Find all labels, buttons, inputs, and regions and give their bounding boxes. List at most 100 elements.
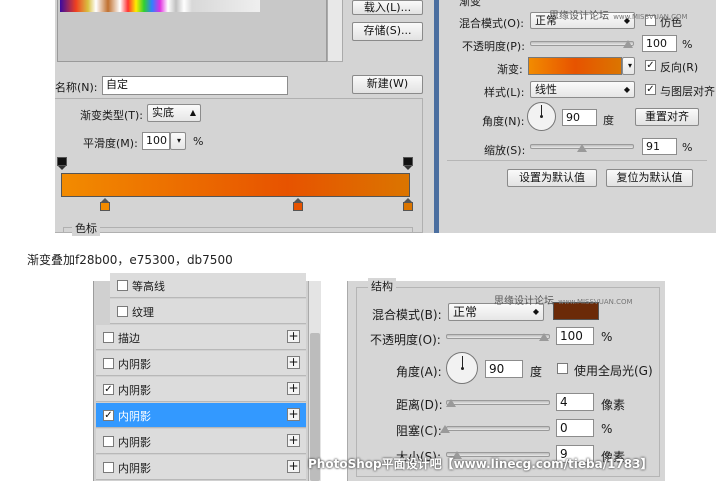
smoothness-input[interactable]: 100 (142, 132, 170, 150)
name-input[interactable]: 自定 (102, 76, 288, 95)
add-style-icon[interactable]: + (287, 382, 300, 395)
add-style-icon[interactable]: + (287, 330, 300, 343)
style-checkbox[interactable] (103, 332, 114, 343)
overlay-blend-label: 混合模式(O): (459, 17, 524, 30)
shadow-angle-input[interactable]: 90 (485, 360, 523, 378)
gradient-type-label: 渐变类型(T): (80, 109, 144, 122)
new-gradient-button[interactable]: 新建(W) (352, 75, 423, 94)
choke-unit: % (601, 422, 613, 436)
align-layer-checkbox[interactable]: ✓ (645, 84, 656, 95)
choke-input[interactable]: 0 (556, 419, 594, 437)
shadow-opacity-slider[interactable] (446, 334, 550, 339)
reset-alignment-button[interactable]: 重置对齐 (635, 108, 699, 126)
styles-list-scrollbar[interactable] (308, 281, 321, 481)
style-checkbox[interactable] (117, 280, 128, 291)
style-checkbox[interactable]: ✓ (103, 384, 114, 395)
style-list-item[interactable]: 等高线 (110, 273, 306, 298)
shadow-opacity-thumb[interactable] (539, 333, 549, 341)
style-label: 内阴影 (118, 436, 151, 449)
gradient-type-value: 实底 (152, 106, 174, 119)
gradient-picker-dropdown[interactable]: ▾ (622, 57, 635, 75)
style-list-item[interactable]: 内阴影 + (96, 429, 306, 454)
add-style-icon[interactable]: + (287, 434, 300, 447)
footer-watermark: PhotoShop平面设计吧【www.linecg.com/tieba/1783… (308, 457, 653, 471)
choke-label: 阻塞(C): (396, 424, 442, 438)
shadow-opacity-label: 不透明度(O): (370, 333, 441, 347)
distance-slider[interactable] (446, 400, 550, 405)
caption-text: 渐变叠加f28b00，e75300，db7500 (27, 253, 233, 267)
style-checkbox[interactable] (103, 462, 114, 473)
color-stop-3[interactable] (403, 198, 413, 212)
preset-swatches[interactable] (60, 0, 260, 12)
distance-thumb[interactable] (446, 399, 456, 407)
style-label: 内阴影 (118, 410, 151, 423)
shadow-angle-dial[interactable] (446, 352, 478, 384)
smoothness-unit: % (193, 135, 204, 148)
add-style-icon[interactable]: + (287, 460, 300, 473)
overlay-opacity-input[interactable]: 100 (642, 35, 677, 52)
style-label: 内阴影 (118, 358, 151, 371)
opacity-stop-left[interactable] (57, 157, 67, 171)
add-style-icon[interactable]: + (287, 356, 300, 369)
updown-arrow-icon: ◆ (623, 85, 630, 94)
distance-label: 距离(D): (396, 398, 443, 412)
style-checkbox[interactable]: ✓ (103, 410, 114, 421)
color-stops-label: 色标 (72, 220, 100, 236)
chevron-down-icon: ▾ (176, 136, 181, 145)
structure-section-label: 结构 (368, 278, 396, 294)
overlay-opacity-unit: % (682, 38, 693, 51)
overlay-opacity-thumb[interactable] (623, 40, 633, 48)
style-list-item[interactable]: ✓ 内阴影 + (96, 403, 306, 428)
reset-default-button[interactable]: 复位为默认值 (606, 169, 693, 187)
overlay-angle-input[interactable]: 90 (562, 109, 597, 126)
load-button[interactable]: 载入(L)... (352, 0, 423, 15)
smoothness-dropdown[interactable]: ▾ (170, 132, 186, 150)
name-label: 名称(N): (55, 81, 98, 94)
style-value: 线性 (535, 83, 557, 96)
style-checkbox[interactable] (103, 436, 114, 447)
scale-label: 缩放(S): (484, 144, 526, 157)
style-label: 样式(L): (484, 86, 525, 99)
global-light-checkbox[interactable] (557, 363, 568, 374)
opacity-stop-right[interactable] (403, 157, 413, 171)
smoothness-label: 平滑度(M): (83, 137, 138, 150)
style-list-item[interactable]: 纹理 (110, 299, 306, 324)
scale-thumb[interactable] (577, 144, 587, 152)
updown-arrow-icon: ▲ (189, 108, 196, 117)
overlay-opacity-label: 不透明度(P): (462, 40, 525, 53)
style-select[interactable]: 线性 ◆ (530, 81, 635, 98)
choke-thumb[interactable] (440, 425, 450, 433)
style-list-item[interactable]: 内阴影 + (96, 455, 306, 480)
style-label: 纹理 (132, 306, 154, 319)
gradient-preview[interactable] (528, 57, 622, 75)
shadow-angle-unit: 度 (530, 365, 543, 379)
distance-input[interactable]: 4 (556, 393, 594, 411)
style-checkbox[interactable] (103, 358, 114, 369)
save-gradient-button[interactable]: 存储(S)... (352, 22, 423, 41)
gradient-label: 渐变: (497, 63, 523, 76)
style-list-item[interactable]: ✓ 内阴影 + (96, 377, 306, 402)
overlay-angle-label: 角度(N): (482, 115, 525, 128)
shadow-opacity-input[interactable]: 100 (556, 327, 594, 345)
reverse-label: 反向(R) (660, 61, 699, 74)
style-checkbox[interactable] (117, 306, 128, 317)
overlay-opacity-slider[interactable] (530, 41, 634, 46)
style-list-item[interactable]: 内阴影 + (96, 351, 306, 376)
add-style-icon[interactable]: + (287, 408, 300, 421)
watermark-text: 思缘设计论坛 www.MISSVUAN.COM (549, 11, 688, 22)
reverse-checkbox[interactable]: ✓ (645, 60, 656, 71)
color-stop-2[interactable] (293, 198, 303, 212)
set-default-button[interactable]: 设置为默认值 (507, 169, 597, 187)
color-stops-group-box (63, 227, 413, 233)
gradient-section-label: 渐变 (459, 0, 481, 8)
gradient-type-select[interactable]: 实底 ▲ (147, 104, 201, 122)
align-layer-label: 与图层对齐 (660, 85, 715, 98)
color-stop-1[interactable] (100, 198, 110, 212)
choke-slider[interactable] (446, 426, 550, 431)
presets-scrollbar[interactable] (327, 0, 343, 62)
watermark-text-2: 思缘设计论坛 www.MISSVUAN.COM (494, 296, 633, 307)
style-list-item[interactable]: 描边 + (96, 325, 306, 350)
overlay-angle-dial[interactable] (527, 102, 556, 131)
scale-input[interactable]: 91 (642, 138, 677, 155)
gradient-bar[interactable] (61, 173, 410, 197)
